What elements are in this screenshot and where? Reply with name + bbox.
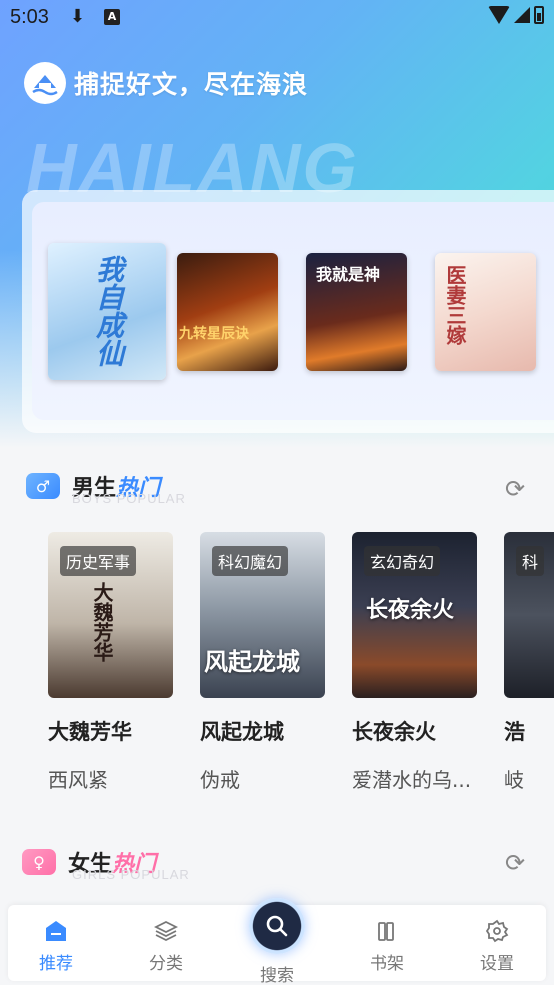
tab-settings[interactable]: 设置 (457, 917, 537, 974)
app-slogan: 捕捉好文，尽在海浪 (74, 70, 309, 99)
status-time: 5:03 (10, 6, 49, 28)
banner-book-3[interactable]: 我就是神 (306, 253, 407, 371)
book-title: 浩 (504, 720, 525, 744)
signal-icon (514, 7, 530, 23)
tab-label: 推荐 (39, 954, 73, 974)
book-tag: 科幻魔幻 (212, 546, 289, 576)
banner-book-1[interactable]: 我自成仙 (48, 243, 166, 380)
banner-carousel[interactable]: 我自成仙 九转星辰诀 我就是神 医妻三嫁 (32, 202, 554, 420)
book-author: 爱潜水的乌... (352, 768, 472, 792)
gear-icon (457, 917, 537, 945)
book-author: 西风紧 (48, 768, 108, 792)
boys-popular-section: ♂ 男生热门 BOYS POPULAR ⟳ 历史军事 大魏芳华 大魏芳华 西风紧… (0, 466, 554, 806)
book-author: 伪戒 (200, 768, 240, 792)
status-indicators (488, 6, 544, 24)
banner-book-4[interactable]: 医妻三嫁 (435, 253, 536, 371)
refresh-icon[interactable]: ⟳ (502, 476, 528, 502)
home-icon (16, 917, 96, 945)
bookshelf-icon (347, 917, 427, 945)
download-icon: ⬇ (70, 6, 86, 27)
book-tag: 玄幻奇幻 (364, 546, 441, 576)
book-cover: 历史军事 大魏芳华 (48, 532, 173, 698)
refresh-icon[interactable]: ⟳ (502, 850, 528, 876)
book-cover: 科 (504, 532, 554, 698)
section-subtitle: BOYS POPULAR (72, 491, 186, 506)
a-badge-icon: A (104, 9, 120, 25)
book-title: 大魏芳华 (48, 720, 132, 744)
search-icon (266, 915, 288, 937)
book-title: 风起龙城 (200, 720, 284, 744)
tab-label: 书架 (370, 954, 404, 974)
brand-header: 捕捉好文，尽在海浪 (24, 62, 308, 104)
tab-category[interactable]: 分类 (126, 917, 206, 974)
app-logo-icon (24, 62, 66, 104)
book-card[interactable]: 历史军事 大魏芳华 大魏芳华 西风紧 (48, 532, 173, 793)
book-cover: 玄幻奇幻 长夜余火 (352, 532, 477, 698)
banner-book-2[interactable]: 九转星辰诀 (177, 253, 278, 371)
status-bar: 5:03 ⬇ A (0, 0, 554, 38)
book-tag: 历史军事 (60, 546, 137, 576)
girls-popular-section: ♀ 女生热门 GIRLS POPULAR ⟳ (0, 842, 554, 882)
wifi-icon (488, 6, 510, 24)
book-title: 长夜余火 (352, 720, 436, 744)
tab-label: 搜索 (260, 966, 294, 985)
book-card[interactable]: 科幻魔幻 风起龙城 风起龙城 伪戒 (200, 532, 325, 793)
battery-icon (534, 6, 544, 24)
female-icon: ♀ (22, 849, 56, 875)
section-subtitle: GIRLS POPULAR (72, 867, 190, 882)
featured-banner: 我自成仙 九转星辰诀 我就是神 医妻三嫁 (22, 190, 554, 433)
book-cover: 科幻魔幻 风起龙城 (200, 532, 325, 698)
layers-icon (126, 917, 206, 945)
tab-label: 设置 (480, 954, 514, 974)
tab-label: 分类 (149, 954, 183, 974)
tab-recommend[interactable]: 推荐 (16, 917, 96, 974)
tab-bookshelf[interactable]: 书架 (347, 917, 427, 974)
book-card[interactable]: 科 浩 岐 (504, 532, 554, 793)
search-button[interactable] (249, 898, 305, 954)
book-author: 岐 (504, 768, 524, 792)
book-card[interactable]: 玄幻奇幻 长夜余火 长夜余火 爱潜水的乌... (352, 532, 477, 793)
male-icon: ♂ (26, 473, 60, 499)
book-tag: 科 (516, 546, 545, 576)
